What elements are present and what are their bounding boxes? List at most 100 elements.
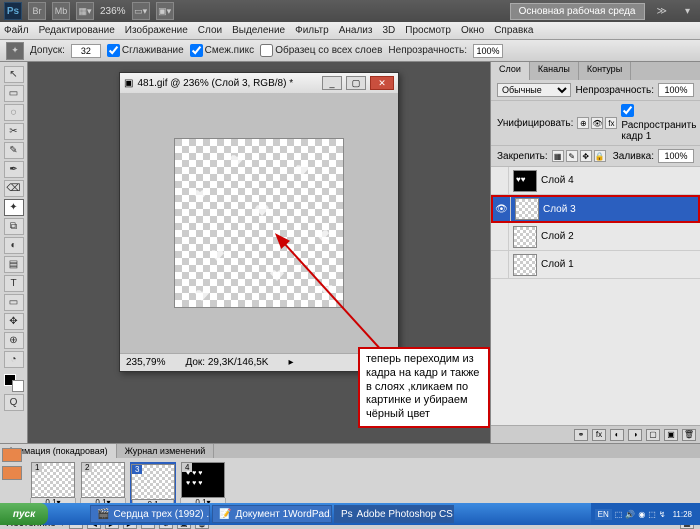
taskbar-item[interactable]: 📝Документ 1WordPad... bbox=[212, 505, 332, 523]
arrange-icon[interactable]: ▭▾ bbox=[132, 2, 150, 20]
zoom-level[interactable]: 236% bbox=[100, 6, 126, 17]
layer-row[interactable]: 👁 Слой 3 bbox=[491, 195, 700, 223]
view-extras-icon[interactable]: ▦▾ bbox=[76, 2, 94, 20]
move-tool[interactable]: ↖ bbox=[4, 66, 24, 83]
minimize-button[interactable]: _ bbox=[322, 76, 342, 90]
minibridge-icon[interactable]: Mb bbox=[52, 2, 70, 20]
tab-history[interactable]: Журнал изменений bbox=[117, 444, 215, 458]
shape-tool[interactable]: ✥ bbox=[4, 313, 24, 330]
frame[interactable]: 20,1▾ bbox=[80, 462, 126, 508]
maximize-button[interactable]: ▢ bbox=[346, 76, 366, 90]
fill-input[interactable] bbox=[658, 149, 694, 163]
document-titlebar[interactable]: ▣ 481.gif @ 236% (Слой 3, RGB/8) * _ ▢ ✕ bbox=[120, 73, 398, 93]
color-swatches[interactable] bbox=[4, 374, 24, 392]
lock-pixels-icon[interactable]: ✎ bbox=[566, 150, 578, 162]
pen-tool[interactable]: ▤ bbox=[4, 256, 24, 273]
workspace-more-icon[interactable]: ≫ bbox=[651, 6, 673, 17]
start-button[interactable]: пуск bbox=[0, 503, 48, 525]
taskbar-item[interactable]: PsAdobe Photoshop CS... bbox=[334, 505, 454, 523]
tab-paths[interactable]: Контуры bbox=[579, 62, 631, 80]
clone-tool[interactable]: ⌫ bbox=[4, 180, 24, 197]
collapsed-panels[interactable] bbox=[2, 448, 24, 484]
layer-name[interactable]: Слой 2 bbox=[541, 231, 574, 242]
language-indicator[interactable]: EN bbox=[595, 509, 612, 520]
layer-thumb[interactable] bbox=[513, 170, 537, 192]
menu-help[interactable]: Справка bbox=[494, 25, 533, 36]
lock-all-icon[interactable]: 🔒 bbox=[594, 150, 606, 162]
status-arrow-icon[interactable]: ▸ bbox=[288, 357, 293, 368]
path-tool[interactable]: ▭ bbox=[4, 294, 24, 311]
new-layer-icon[interactable]: ▣ bbox=[664, 429, 678, 441]
tolerance-input[interactable] bbox=[71, 44, 101, 58]
unify-style-icon[interactable]: fx bbox=[605, 117, 617, 129]
menu-3d[interactable]: 3D bbox=[382, 25, 395, 36]
contiguous-checkbox[interactable]: Смеж.пикс bbox=[190, 44, 255, 57]
zoom-tool[interactable]: ◔ bbox=[4, 351, 24, 368]
visibility-toggle[interactable]: 👁 bbox=[493, 197, 511, 221]
hand-tool[interactable]: ⊕ bbox=[4, 332, 24, 349]
eraser-tool[interactable]: ✦ bbox=[4, 199, 24, 216]
tab-layers[interactable]: Слои bbox=[491, 62, 530, 80]
quick-mask-tool[interactable]: Q bbox=[4, 394, 24, 411]
menu-window[interactable]: Окно bbox=[461, 25, 484, 36]
frame[interactable]: 40,1▾ bbox=[180, 462, 226, 508]
menu-select[interactable]: Выделение bbox=[232, 25, 285, 36]
tray-icon[interactable]: ◉ bbox=[638, 510, 645, 519]
taskbar-item[interactable]: 🎬Сердца трех (1992) ... bbox=[90, 505, 210, 523]
all-layers-checkbox[interactable]: Образец со всех слоев bbox=[260, 44, 382, 57]
visibility-toggle[interactable] bbox=[491, 223, 509, 250]
menu-file[interactable]: Файл bbox=[4, 25, 29, 36]
eyedropper-tool[interactable]: ✎ bbox=[4, 142, 24, 159]
layer-thumb[interactable] bbox=[513, 226, 537, 248]
tray-icon[interactable]: ⬚ bbox=[648, 510, 656, 519]
opacity-input[interactable] bbox=[473, 44, 503, 58]
lasso-tool[interactable]: ◌ bbox=[4, 104, 24, 121]
menu-analysis[interactable]: Анализ bbox=[339, 25, 373, 36]
crop-tool[interactable]: ✂ bbox=[4, 123, 24, 140]
blur-tool[interactable]: ◐ bbox=[4, 237, 24, 254]
layer-name[interactable]: Слой 1 bbox=[541, 259, 574, 270]
blend-mode-select[interactable]: Обычные bbox=[497, 83, 571, 97]
menu-view[interactable]: Просмотр bbox=[405, 25, 451, 36]
layer-opacity-input[interactable] bbox=[658, 83, 694, 97]
layer-fx-icon[interactable]: fx bbox=[592, 429, 606, 441]
layer-thumb[interactable] bbox=[515, 198, 539, 220]
workspace-selector[interactable]: Основная рабочая среда bbox=[510, 3, 645, 20]
menu-filter[interactable]: Фильтр bbox=[295, 25, 329, 36]
link-layers-icon[interactable]: ⚭ bbox=[574, 429, 588, 441]
propagate-checkbox[interactable]: Распространить кадр 1 bbox=[621, 104, 696, 142]
layer-row[interactable]: Слой 1 bbox=[491, 251, 700, 279]
layer-mask-icon[interactable]: ◐ bbox=[610, 429, 624, 441]
frame[interactable]: 10,1▾ bbox=[30, 462, 76, 508]
visibility-toggle[interactable] bbox=[491, 251, 509, 278]
delete-layer-icon[interactable]: 🗑 bbox=[682, 429, 696, 441]
layer-row[interactable]: Слой 2 bbox=[491, 223, 700, 251]
menu-layer[interactable]: Слои bbox=[198, 25, 222, 36]
bridge-icon[interactable]: Br bbox=[28, 2, 46, 20]
close-button[interactable]: ✕ bbox=[370, 76, 394, 90]
status-zoom[interactable]: 235,79% bbox=[126, 357, 165, 368]
tray-icon[interactable]: ⬚ bbox=[615, 510, 623, 519]
screen-mode-icon[interactable]: ▣▾ bbox=[156, 2, 174, 20]
antialias-checkbox[interactable]: Сглаживание bbox=[107, 44, 184, 57]
layer-thumb[interactable] bbox=[513, 254, 537, 276]
layer-name[interactable]: Слой 4 bbox=[541, 175, 574, 186]
csLive-icon[interactable]: ▾ bbox=[679, 6, 696, 17]
tab-channels[interactable]: Каналы bbox=[530, 62, 579, 80]
lock-trans-icon[interactable]: ▦ bbox=[552, 150, 564, 162]
system-tray[interactable]: EN ⬚ 🔊 ◉ ⬚ ↯ 11:28 bbox=[591, 503, 700, 525]
tray-icon[interactable]: ↯ bbox=[659, 510, 666, 519]
type-tool[interactable]: T bbox=[4, 275, 24, 292]
unify-pos-icon[interactable]: ⊕ bbox=[577, 117, 589, 129]
layer-row[interactable]: Слой 4 bbox=[491, 167, 700, 195]
lock-pos-icon[interactable]: ✥ bbox=[580, 150, 592, 162]
menu-image[interactable]: Изображение bbox=[125, 25, 188, 36]
tool-preset-icon[interactable]: ✦ bbox=[6, 42, 24, 60]
adjustment-layer-icon[interactable]: ◑ bbox=[628, 429, 642, 441]
status-docsize[interactable]: Док: 29,3K/146,5K bbox=[185, 357, 268, 368]
image-content[interactable] bbox=[174, 138, 344, 308]
clock[interactable]: 11:28 bbox=[669, 510, 696, 519]
brush-tool[interactable]: ✒ bbox=[4, 161, 24, 178]
marquee-tool[interactable]: ▭ bbox=[4, 85, 24, 102]
visibility-toggle[interactable] bbox=[491, 167, 509, 194]
